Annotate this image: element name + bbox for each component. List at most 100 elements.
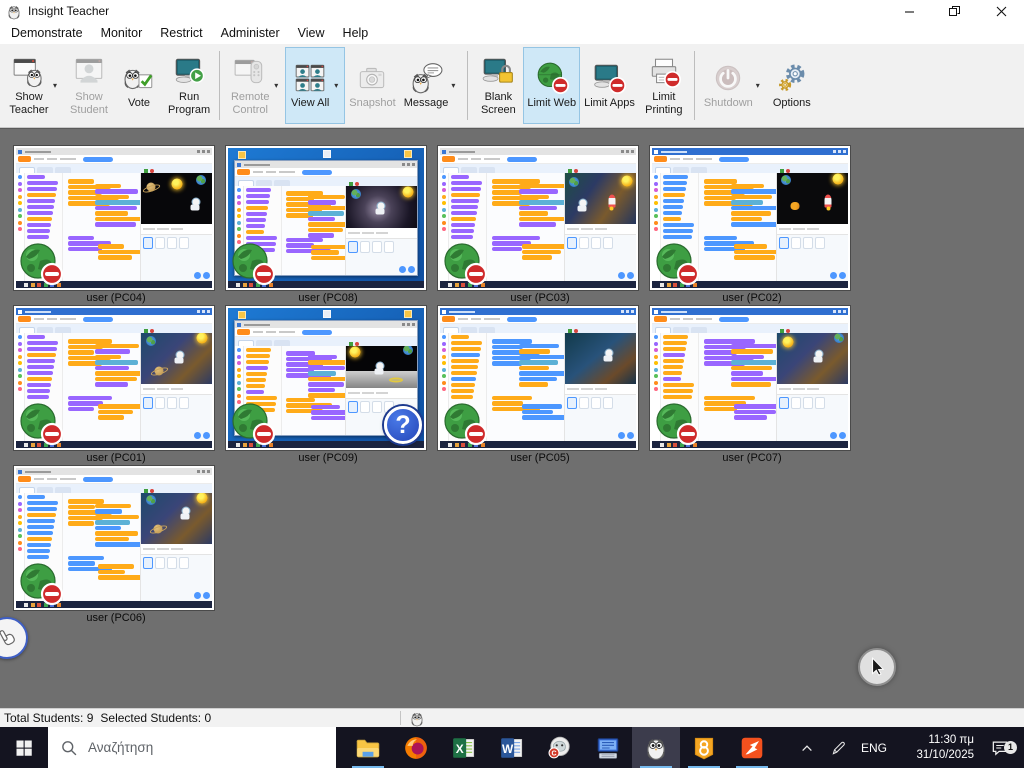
category-dot [654, 221, 658, 225]
toolbar-run-program-button[interactable]: RunProgram [164, 47, 214, 124]
sun-sprite [349, 346, 360, 357]
block-bar [27, 377, 52, 381]
student-screen-preview[interactable] [226, 146, 426, 290]
code-area [63, 493, 140, 601]
block-bar [95, 344, 139, 349]
restore-button[interactable] [932, 0, 978, 22]
block-bar [731, 355, 764, 360]
sprite-card [167, 557, 177, 569]
student-screen-preview[interactable] [438, 146, 638, 290]
block-bar [663, 217, 681, 221]
block-bar [663, 199, 684, 203]
sprite-card [579, 397, 589, 409]
block-bar [731, 366, 772, 371]
menu-item-help[interactable]: Help [334, 24, 378, 42]
chevron-down-icon[interactable]: ▾ [50, 81, 60, 90]
block-bar [308, 200, 336, 205]
toolbar-limit-web-button[interactable]: Limit Web [523, 47, 580, 124]
category-dot [237, 195, 241, 199]
block-bar [286, 243, 314, 248]
code-area [63, 173, 140, 281]
menu-item-restrict[interactable]: Restrict [151, 24, 211, 42]
toolbar-vote-button[interactable]: Vote [114, 47, 164, 124]
block-bar [451, 371, 477, 375]
menu-item-demonstrate[interactable]: Demonstrate [2, 24, 92, 42]
student-screen-preview[interactable] [14, 466, 214, 610]
student-screen-preview[interactable]: ? [226, 306, 426, 450]
student-screen-preview[interactable] [650, 306, 850, 450]
chevron-down-icon[interactable]: ▾ [331, 81, 341, 90]
student-screen-preview[interactable] [650, 146, 850, 290]
toolbar-message-button[interactable]: Message▾ [400, 47, 463, 124]
close-button[interactable] [978, 0, 1024, 22]
tray-chevron-up-icon[interactable] [792, 740, 822, 756]
block-bar [27, 199, 55, 203]
sprite-card [815, 237, 825, 249]
minimize-button[interactable] [886, 0, 932, 22]
block-bar [451, 205, 478, 209]
taskbar-clock[interactable]: 11:30 πμ 31/10/2025 [898, 733, 974, 763]
menu-item-monitor[interactable]: Monitor [92, 24, 152, 42]
web-limit-indicator [18, 562, 66, 606]
toolbar-shutdown-button[interactable]: Shutdown▾ [700, 47, 767, 124]
block-bar [308, 211, 344, 216]
toolbar-show-student-button[interactable]: ShowStudent [64, 47, 114, 124]
desktop-icon [323, 150, 331, 158]
sprite-card [591, 237, 601, 249]
sprite-card [384, 241, 394, 253]
student-screen-preview[interactable] [14, 306, 214, 450]
taskbar-app-8-icon[interactable] [680, 727, 728, 768]
student-label: user (PC09) [226, 450, 430, 465]
tray-pen-icon[interactable] [824, 739, 854, 757]
block-bar [27, 205, 54, 209]
block-bar [451, 181, 482, 185]
block-bar [27, 371, 53, 375]
toolbar-snapshot-button[interactable]: Snapshot [345, 47, 399, 124]
toolbar-limit-printing-button[interactable]: LimitPrinting [639, 47, 689, 124]
taskbar-app-x-icon[interactable] [728, 727, 776, 768]
toolbar-limit-apps-button[interactable]: Limit Apps [580, 47, 639, 124]
toolbar-options-button[interactable]: Options [767, 47, 817, 124]
earth-sprite [146, 495, 156, 505]
block-bar [95, 184, 121, 189]
toolbar-view-all-button[interactable]: View All▾ [285, 47, 345, 124]
scratch-stage [141, 333, 212, 384]
status-bar: Total Students: 9 Selected Students: 0 [0, 708, 1024, 727]
block-bar [246, 360, 269, 364]
block-bar [731, 371, 763, 376]
chevron-down-icon[interactable]: ▾ [271, 81, 281, 90]
taskbar-file-explorer-icon[interactable] [344, 727, 392, 768]
taskbar-word-icon[interactable]: W [488, 727, 536, 768]
menu-item-administer[interactable]: Administer [212, 24, 289, 42]
start-button[interactable] [0, 727, 48, 768]
student-label: user (PC02) [650, 290, 854, 305]
insight-teacher-window: Insight Teacher DemonstrateMonitorRestri… [0, 0, 1024, 768]
student-screen-preview[interactable] [438, 306, 638, 450]
notification-center-button[interactable]: 1 [980, 738, 1020, 758]
chevron-down-icon[interactable]: ▾ [753, 81, 763, 90]
taskbar-search[interactable] [48, 727, 336, 768]
language-indicator[interactable]: ENG [856, 741, 892, 755]
category-dot [18, 374, 22, 378]
toolbar-remote-control-button[interactable]: RemoteControl▾ [225, 47, 285, 124]
menu-item-view[interactable]: View [289, 24, 334, 42]
category-dot [654, 374, 658, 378]
taskbar-remote-desktop-icon[interactable] [584, 727, 632, 768]
toolbar-blank-screen-button[interactable]: BlankScreen [473, 47, 523, 124]
toolbar-show-teacher-button[interactable]: ShowTeacher▾ [4, 47, 64, 124]
chevron-down-icon[interactable]: ▾ [448, 81, 458, 90]
student-screen-preview[interactable] [14, 146, 214, 290]
taskbar-excel-icon[interactable]: X [440, 727, 488, 768]
scratch-menubar [16, 475, 212, 484]
taskbar-insight-icon[interactable] [632, 727, 680, 768]
block-bar [27, 389, 50, 393]
taskbar-app-c-icon[interactable]: C [536, 727, 584, 768]
block-bar [734, 255, 775, 260]
block-bar [27, 383, 51, 387]
taskbar-firefox-icon[interactable] [392, 727, 440, 768]
scratch-menubar [16, 315, 212, 324]
block-bar [98, 404, 140, 409]
search-input[interactable] [86, 739, 296, 756]
block-bar [663, 187, 686, 191]
block-bar [451, 353, 480, 357]
